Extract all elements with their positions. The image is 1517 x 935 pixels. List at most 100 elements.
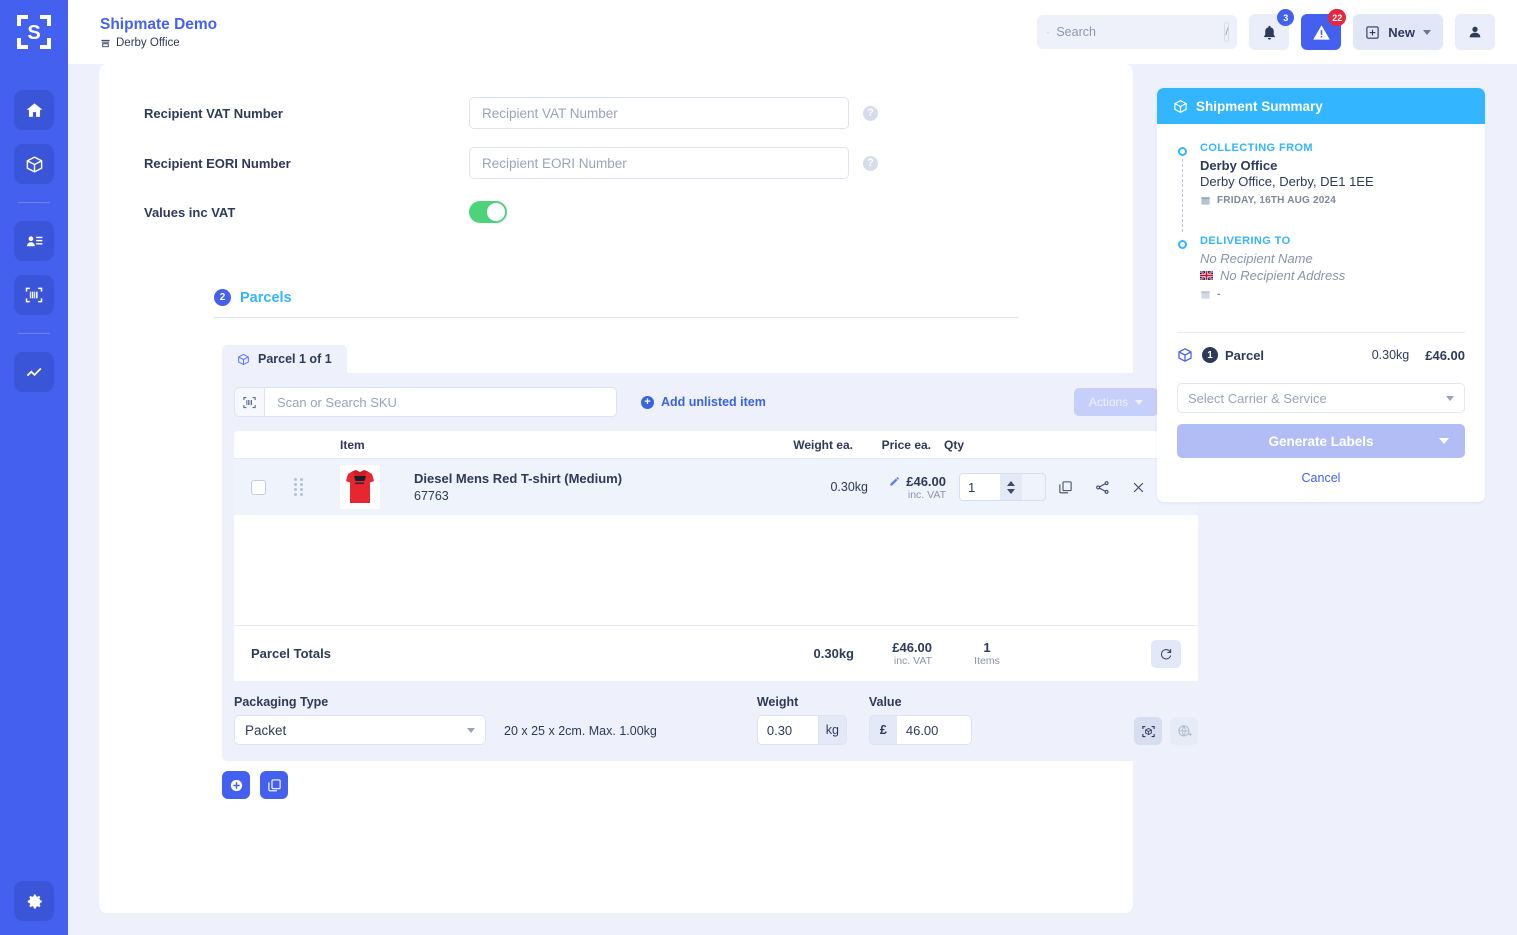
shipment-summary-panel: Shipment Summary COLLECTING FROM Derby O… xyxy=(1157,88,1485,502)
sidebar-divider xyxy=(18,202,50,203)
parcels-section-header: 2 Parcels xyxy=(99,289,1133,306)
chevron-down-icon[interactable] xyxy=(1439,438,1449,444)
new-button-label: New xyxy=(1388,24,1415,40)
value-input[interactable] xyxy=(896,715,972,745)
calendar-icon xyxy=(1201,197,1210,205)
carrier-service-select[interactable]: Select Carrier & Service xyxy=(1177,383,1465,413)
parcel-totals-row: Parcel Totals 0.30kg £46.00 inc. VAT 1 I… xyxy=(234,625,1198,681)
chevron-down-icon xyxy=(467,727,475,733)
weight-input[interactable] xyxy=(756,715,819,745)
summary-title: Shipment Summary xyxy=(1196,98,1323,114)
sidebar-item-scan[interactable] xyxy=(14,275,54,315)
split-icon xyxy=(1095,480,1109,494)
sidebar-nav xyxy=(14,90,54,392)
packaging-type-select[interactable]: Packet xyxy=(234,715,486,745)
red-tshirt-thumbnail-icon xyxy=(340,465,380,509)
sidebar-item-contacts[interactable] xyxy=(14,221,54,261)
sidebar-item-home[interactable] xyxy=(14,90,54,130)
generate-labels-button[interactable]: Generate Labels xyxy=(1177,424,1465,458)
svg-text:S: S xyxy=(27,22,40,44)
chevron-up-icon xyxy=(1007,480,1015,486)
quantity-arrows[interactable] xyxy=(1000,474,1022,500)
home-icon xyxy=(26,102,42,117)
currency-symbol: £ xyxy=(868,715,897,745)
value-label: Value xyxy=(868,695,902,709)
app-logo[interactable]: S xyxy=(0,0,68,64)
values-inc-vat-row: Values inc VAT xyxy=(99,201,1133,223)
sku-search-input[interactable] xyxy=(264,387,617,417)
values-inc-vat-label: Values inc VAT xyxy=(144,204,236,220)
section-step-number: 2 xyxy=(214,289,231,306)
value-group: Value £ xyxy=(868,695,972,745)
eori-number-row: Recipient EORI Number ? xyxy=(99,147,1133,179)
duplicate-parcel-button[interactable] xyxy=(260,771,288,799)
cancel-link[interactable]: Cancel xyxy=(1157,458,1485,502)
quantity-stepper[interactable] xyxy=(959,473,1046,501)
parcel-totals-weight: 0.30kg xyxy=(813,646,854,661)
delivering-to-address: No Recipient Address xyxy=(1220,268,1346,283)
search-input[interactable] xyxy=(1056,25,1218,39)
column-qty: Qty xyxy=(944,437,965,452)
vat-help-icon[interactable]: ? xyxy=(863,105,878,121)
chevron-down-icon xyxy=(1007,488,1015,494)
row-checkbox[interactable] xyxy=(251,479,266,495)
alerts-button[interactable]: 22 xyxy=(1301,9,1347,50)
summary-body: COLLECTING FROM Derby Office Derby Offic… xyxy=(1157,124,1485,314)
eori-number-input[interactable] xyxy=(469,147,849,179)
pencil-icon[interactable] xyxy=(889,476,900,487)
split-item-button[interactable] xyxy=(1084,480,1120,495)
add-unlisted-item-button[interactable]: + Add unlisted item xyxy=(641,395,766,409)
shipmate-logo-icon: S xyxy=(17,15,51,49)
sidebar-item-shipments[interactable] xyxy=(14,144,54,184)
alerts-badge: 22 xyxy=(1328,9,1347,26)
summary-parcel-weight: 0.30kg xyxy=(1371,348,1410,362)
table-row[interactable]: Diesel Mens Red T-shirt (Medium) 67763 0… xyxy=(234,459,1198,515)
parcel-tabs: Parcel 1 of 1 xyxy=(99,345,1133,373)
weight-field[interactable]: kg xyxy=(756,715,847,745)
value-field[interactable]: £ xyxy=(868,715,972,745)
summary-parcel-label: Parcel xyxy=(1225,347,1265,363)
drag-handle-icon[interactable] xyxy=(294,478,303,496)
package-icon xyxy=(26,155,42,173)
office-label: Derby Office xyxy=(100,37,217,49)
duplicate-item-button[interactable] xyxy=(1046,480,1084,495)
item-name: Diesel Mens Red T-shirt (Medium) xyxy=(414,471,623,486)
weight-group: Weight kg xyxy=(756,695,847,745)
item-weight: 0.30kg xyxy=(830,480,868,494)
search-box[interactable]: / xyxy=(1037,15,1238,49)
refresh-totals-button[interactable] xyxy=(1151,639,1181,668)
sidebar-item-settings[interactable] xyxy=(14,881,54,921)
header-brand: Shipmate Demo Derby Office xyxy=(100,15,217,49)
notifications-button[interactable]: 3 xyxy=(1249,9,1295,50)
account-button[interactable] xyxy=(1455,14,1495,50)
new-button[interactable]: New xyxy=(1353,14,1443,50)
values-inc-vat-toggle[interactable] xyxy=(469,201,507,223)
item-price-note: inc. VAT xyxy=(907,488,946,501)
delivering-to-kicker: DELIVERING TO xyxy=(1200,235,1291,247)
items-empty-space xyxy=(234,515,1198,625)
package-icon xyxy=(238,353,249,365)
analytics-icon xyxy=(26,367,41,376)
vat-number-input[interactable] xyxy=(469,97,849,129)
quantity-input[interactable] xyxy=(960,474,1000,500)
globe-button[interactable] xyxy=(1170,717,1198,745)
sku-scan-button[interactable] xyxy=(234,387,264,417)
plus-square-icon xyxy=(1366,25,1379,39)
dimensions-button[interactable] xyxy=(1134,717,1162,745)
section-title: Parcels xyxy=(240,289,292,306)
remove-item-button[interactable] xyxy=(1120,480,1156,495)
store-icon xyxy=(101,39,110,47)
actions-button[interactable]: Actions xyxy=(1074,388,1158,416)
add-parcel-button[interactable] xyxy=(222,771,250,799)
shipment-form-card: Recipient VAT Number ? Recipient EORI Nu… xyxy=(99,64,1210,913)
collecting-from-date: FRIDAY, 16TH AUG 2024 xyxy=(1200,195,1465,206)
route-dot-icon xyxy=(1178,240,1187,249)
sidebar-item-analytics[interactable] xyxy=(14,352,54,392)
copy-icon xyxy=(267,778,281,791)
parcel-totals-label: Parcel Totals xyxy=(251,646,331,661)
vat-number-row: Recipient VAT Number ? xyxy=(99,97,1133,129)
eori-help-icon[interactable]: ? xyxy=(863,155,878,171)
tab-parcel-1[interactable]: Parcel 1 of 1 xyxy=(222,345,347,373)
barcode-scan-icon xyxy=(243,396,256,408)
actions-button-label: Actions xyxy=(1088,395,1129,409)
